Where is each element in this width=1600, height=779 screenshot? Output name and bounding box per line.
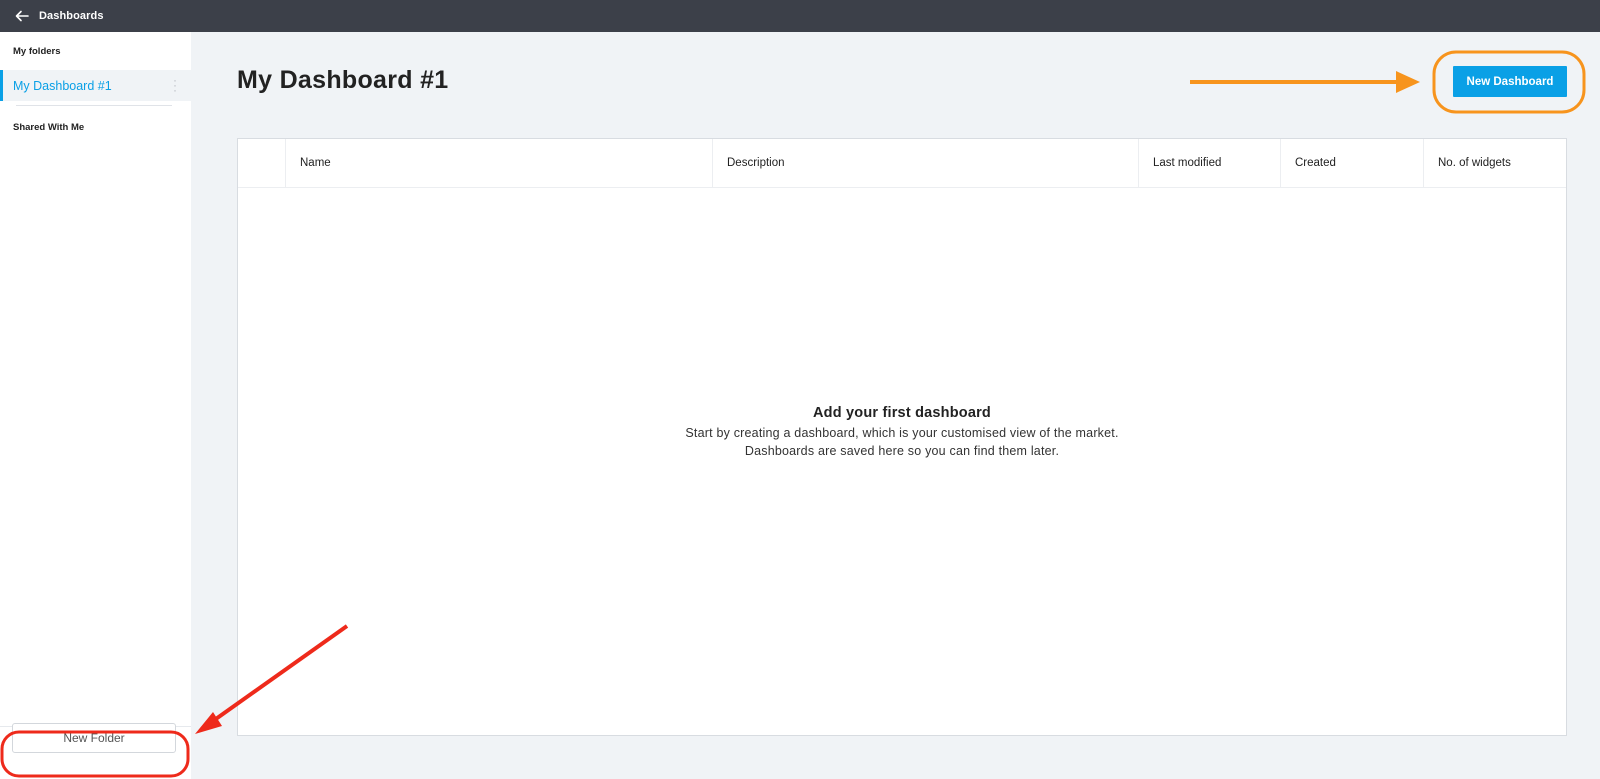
more-vertical-icon[interactable]: · · · <box>173 74 177 96</box>
folder-item-my-dashboard-1[interactable]: My Dashboard #1 · · · <box>0 70 191 101</box>
empty-state-heading: Add your first dashboard <box>812 405 991 421</box>
new-dashboard-button[interactable]: New Dashboard <box>1453 66 1567 97</box>
table-header: Name Description Last modified Created N… <box>238 139 1566 188</box>
shared-with-me-label[interactable]: Shared With Me <box>13 122 84 133</box>
column-header-widgets[interactable]: No. of widgets <box>1423 139 1566 187</box>
page-title: My Dashboard #1 <box>237 66 449 94</box>
top-bar: Dashboards <box>0 0 1600 32</box>
column-header-description[interactable]: Description <box>712 139 1138 187</box>
annotation-arrow-orange <box>1190 71 1420 93</box>
empty-state-text: Start by creating a dashboard, which is … <box>685 426 1119 440</box>
empty-state: Add your first dashboard Start by creati… <box>238 405 1566 458</box>
my-folders-label: My folders <box>13 46 61 57</box>
sidebar: My folders My Dashboard #1 · · · Shared Wi… <box>0 32 191 779</box>
dashboards-table: Name Description Last modified Created N… <box>237 138 1567 736</box>
column-header-select <box>238 139 285 187</box>
column-header-created[interactable]: Created <box>1280 139 1423 187</box>
new-folder-button[interactable]: New Folder <box>12 723 176 753</box>
column-header-last-modified[interactable]: Last modified <box>1138 139 1280 187</box>
empty-state-text: Dashboards are saved here so you can fin… <box>744 444 1060 458</box>
divider <box>16 105 172 106</box>
column-header-name[interactable]: Name <box>285 139 712 187</box>
app-title: Dashboards <box>39 10 104 22</box>
arrow-left-icon[interactable] <box>14 8 30 24</box>
folder-item-label: My Dashboard #1 <box>13 78 112 93</box>
